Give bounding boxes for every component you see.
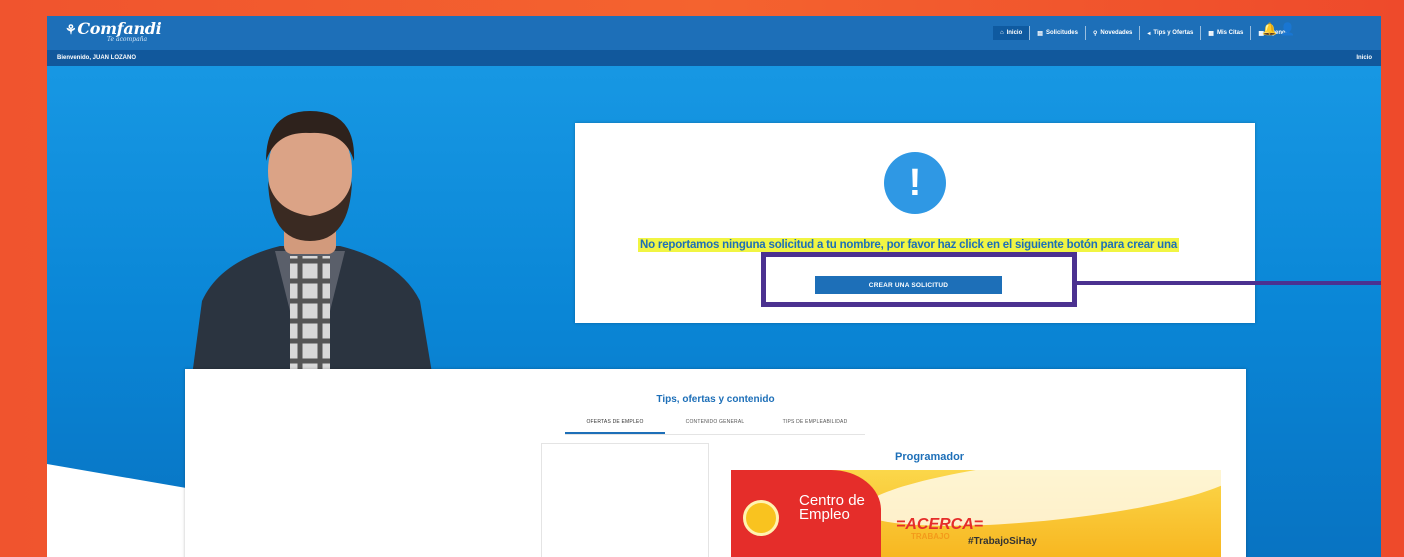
nav-item-mis-citas[interactable]: ▦ Mis Citas xyxy=(1200,26,1250,40)
user-icon[interactable]: 👤 xyxy=(1280,22,1295,36)
logo-tagline: Te acompaña xyxy=(107,36,148,43)
bell-icon[interactable]: 🔔 xyxy=(1262,22,1277,36)
welcome-text: Bienvenido, JUAN LOZANO xyxy=(57,55,137,61)
document-icon: ▤ xyxy=(1037,30,1043,37)
tips-section: Tips, ofertas y contenido OFERTAS DE EMP… xyxy=(185,369,1246,557)
main-nav: ⌂ Inicio ▤ Solicitudes ⚲ Novedades ◂ Tip… xyxy=(992,26,1296,40)
breadcrumb[interactable]: Inicio xyxy=(1356,55,1372,61)
banner-centro-text: Centro de Empleo xyxy=(799,493,865,523)
nav-label: Solicitudes xyxy=(1045,30,1078,36)
job-list-panel[interactable] xyxy=(541,443,709,557)
tab-contenido-general[interactable]: CONTENIDO GENERAL xyxy=(665,415,765,434)
tips-tabs: OFERTAS DE EMPLEO CONTENIDO GENERAL TIPS… xyxy=(565,415,865,435)
banner-hashtag: #TrabajoSiHay xyxy=(968,536,1037,547)
nav-label: Inicio xyxy=(1006,30,1023,36)
tips-title: Tips, ofertas y contenido xyxy=(656,394,775,405)
person-photo xyxy=(190,111,435,391)
nav-item-tips-ofertas[interactable]: ◂ Tips y Ofertas xyxy=(1139,26,1200,40)
pin-icon: ⚲ xyxy=(1092,30,1098,37)
banner-trabajo-text: TRABAJO xyxy=(911,532,950,541)
nav-label: Tips y Ofertas xyxy=(1153,30,1194,36)
welcome-bar: Bienvenido, JUAN LOZANO Inicio xyxy=(47,50,1381,66)
app-window: ⚘Comfandi Te acompaña ⌂ Inicio ▤ Solicit… xyxy=(47,16,1381,557)
exclamation-icon: ! xyxy=(884,152,946,214)
banner-line-2: Empleo xyxy=(799,506,850,523)
nav-label: Mis Citas xyxy=(1216,30,1244,36)
no-requests-message: No reportamos ninguna solicitud a tu nom… xyxy=(638,238,1180,252)
centro-empleo-badge-icon xyxy=(743,500,779,536)
tab-tips-de-empleabilidad[interactable]: TIPS DE EMPLEABILIDAD xyxy=(765,415,865,434)
home-icon: ⌂ xyxy=(999,30,1004,36)
centro-de-empleo-banner[interactable]: Centro de Empleo =ACERCA= TRABAJO #Traba… xyxy=(731,470,1221,557)
megaphone-icon: ◂ xyxy=(1147,30,1151,37)
annotation-pointer-line xyxy=(1077,281,1381,285)
annotation-highlight-box xyxy=(761,252,1077,307)
logo-mark-icon: ⚘ xyxy=(65,23,77,38)
user-actions: 🔔 👤 xyxy=(1262,22,1295,36)
nav-label: Novedades xyxy=(1100,30,1133,36)
job-offer-title[interactable]: Programador xyxy=(895,451,964,463)
nav-item-inicio[interactable]: ⌂ Inicio xyxy=(992,26,1030,40)
nav-item-novedades[interactable]: ⚲ Novedades xyxy=(1084,26,1139,40)
nav-item-solicitudes[interactable]: ▤ Solicitudes xyxy=(1029,26,1085,40)
calendar-icon: ▦ xyxy=(1208,30,1214,37)
top-navigation-bar: ⚘Comfandi Te acompaña ⌂ Inicio ▤ Solicit… xyxy=(47,16,1381,50)
tab-ofertas-de-empleo[interactable]: OFERTAS DE EMPLEO xyxy=(565,415,665,434)
